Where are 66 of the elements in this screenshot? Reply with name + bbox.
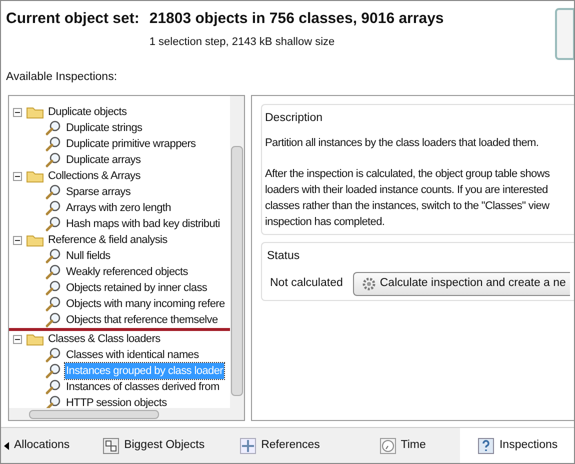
header-label: Current object set: [6,9,140,29]
collapse-toggle[interactable] [13,172,22,180]
tree-item[interactable]: Instances of classes derived from [65,378,220,396]
magnifier-icon [45,264,61,280]
description-text: Partition all instances by the class loaders that loaded them. [265,136,540,152]
tree-item[interactable]: Duplicate primitive wrappers [65,136,197,152]
tree-item[interactable]: Objects retained by inner class [65,280,208,296]
collapse-toggle[interactable] [13,334,22,344]
view-tab[interactable]: Inspections [460,428,574,463]
group-title: Status [267,249,301,264]
magnifier-icon [45,379,61,395]
magnifier-icon [45,312,61,328]
tree-item[interactable]: Sparse arrays [65,184,132,200]
object-summary: 21803 objects in 756 classes, 9016 arrays [149,9,444,29]
folder-icon [26,233,44,247]
tree-item[interactable]: Duplicate arrays [65,152,142,168]
tree-item[interactable]: Classes with identical names [65,346,200,364]
gear-icon [362,276,376,290]
magnifier-icon [45,120,61,136]
scroll-thumb[interactable] [231,146,243,396]
object-detail: 1 selection step, 2143 kB shallow size [149,34,336,50]
magnifier-icon [45,216,61,232]
collapse-toggle[interactable] [13,236,22,244]
tree-item[interactable]: Null fields [65,248,112,264]
tree-item[interactable]: Objects with many incoming refere [65,296,226,312]
description-text: After the inspection is calculated, the object group table shows loaders with their loaded instance counts. If you are interested classes rather than the instances, switch to the "Classes" view inspection has completed. [265,167,551,230]
tree-item[interactable]: HTTP session objects [65,394,168,408]
tree-group-label[interactable]: Collections & Arrays [48,168,140,184]
tree-item[interactable]: Hash maps with bad key distributi [65,216,221,232]
tree-group-label[interactable]: Duplicate objects [48,104,127,120]
tree-item[interactable]: Weakly referenced objects [65,264,189,280]
magnifier-icon [45,248,61,264]
tree-item[interactable]: Duplicate strings [65,120,144,136]
magnifier-icon [45,152,61,168]
magnifier-icon [45,296,61,312]
view-tab[interactable]: Biggest Objects [91,428,214,463]
tree-item[interactable]: Objects that reference themselve [65,312,219,328]
boxes-icon [103,438,120,454]
folder-icon [26,332,44,346]
magnifier-icon [45,347,61,363]
scroll-thumb[interactable] [29,410,159,418]
horizontal-scrollbar[interactable] [9,408,244,420]
left-arrow-icon [4,442,9,450]
magnifier-icon [45,184,61,200]
vertical-scrollbar[interactable] [230,96,244,408]
help-icon [478,438,494,454]
collapse-toggle[interactable] [13,108,22,116]
magnifier-icon [45,200,61,216]
tree-item[interactable]: Arrays with zero length [65,200,172,216]
inspections-label: Available Inspections: [5,70,118,85]
view-tab[interactable]: Time [344,428,460,463]
side-panel-button[interactable] [555,8,574,60]
magnifier-icon [45,363,61,379]
folder-icon [26,105,44,119]
tree-group-label[interactable]: Classes & Class loaders [48,330,160,348]
magnifier-icon [45,395,61,408]
calculate-button[interactable]: Calculate inspection and create a ne [352,272,570,296]
view-tab[interactable]: References [214,428,344,463]
clock-icon [380,438,396,454]
magnifier-icon [45,136,61,152]
magnifier-icon [45,280,61,296]
tree-group-label[interactable]: Reference & field analysis [48,232,168,248]
status-text: Not calculated [270,276,343,291]
group-title: Description [265,111,324,126]
folder-icon [26,169,44,183]
view-tab[interactable]: Allocations [1,428,92,463]
